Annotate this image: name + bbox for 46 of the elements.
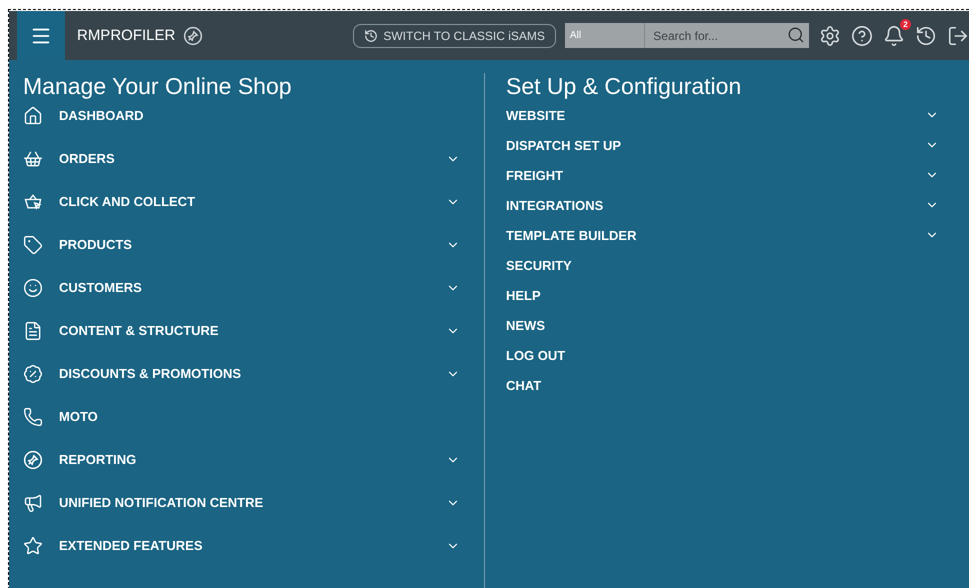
menu-item[interactable]: EXTENDED FEATURES bbox=[23, 524, 484, 567]
menu-item[interactable]: HELP bbox=[506, 280, 955, 310]
discount-icon bbox=[23, 364, 43, 384]
menu-item[interactable]: REPORTING bbox=[23, 438, 484, 481]
pin-icon bbox=[23, 450, 43, 470]
pin-icon[interactable] bbox=[183, 26, 204, 46]
megaphone-icon bbox=[23, 492, 43, 512]
menu-button[interactable] bbox=[17, 11, 65, 60]
search-icon[interactable] bbox=[787, 26, 805, 44]
menu-item[interactable]: DISCOUNTS & PROMOTIONS bbox=[23, 352, 484, 395]
menu-item[interactable]: CONTENT & STRUCTURE bbox=[23, 309, 484, 352]
basket-cursor-icon bbox=[23, 192, 43, 212]
brand-name: RMPROFILER bbox=[76, 27, 176, 44]
menu-item[interactable]: PRODUCTS bbox=[23, 223, 484, 266]
menu-item[interactable]: WEBSITE bbox=[506, 100, 955, 130]
phone-icon bbox=[23, 406, 43, 426]
menu-item[interactable]: UNIFIED NOTIFICATION CENTRE bbox=[23, 481, 484, 524]
home-icon bbox=[23, 106, 43, 126]
menu-item[interactable]: ORDERS bbox=[23, 137, 484, 180]
search-field[interactable]: Search for... bbox=[645, 23, 809, 48]
menu-item[interactable]: TEMPLATE BUILDER bbox=[506, 220, 955, 250]
menu-item[interactable]: DISPATCH SET UP bbox=[506, 130, 955, 160]
switch-classic-button[interactable]: SWITCH TO CLASSIC iSAMS bbox=[353, 24, 556, 48]
tag-icon bbox=[23, 234, 43, 254]
menu-item[interactable]: CUSTOMERS bbox=[23, 266, 484, 309]
menu-item[interactable]: INTEGRATIONS bbox=[506, 190, 955, 220]
history-icon bbox=[364, 28, 378, 42]
menu-item[interactable]: NEWS bbox=[506, 310, 955, 340]
help-icon[interactable] bbox=[851, 24, 873, 46]
notification-badge: 2 bbox=[900, 18, 911, 30]
history-icon[interactable] bbox=[915, 24, 937, 46]
settings-icon[interactable] bbox=[819, 24, 841, 46]
logout-icon[interactable] bbox=[947, 24, 969, 46]
menu-item[interactable]: SECURITY bbox=[506, 250, 955, 280]
menu-item[interactable]: CHAT bbox=[506, 370, 955, 400]
face-icon bbox=[23, 278, 43, 298]
section-title: Manage Your Online Shop bbox=[23, 72, 293, 100]
section-title: Set Up & Configuration bbox=[506, 72, 742, 100]
menu-item[interactable]: LOG OUT bbox=[506, 340, 955, 370]
document-icon bbox=[23, 320, 43, 340]
menu-item[interactable]: CLICK AND COLLECT bbox=[23, 180, 484, 223]
basket-icon bbox=[23, 148, 43, 168]
bell-icon[interactable] bbox=[883, 24, 905, 46]
star-icon bbox=[23, 536, 43, 556]
menu-item[interactable]: MOTO bbox=[23, 395, 484, 438]
menu-item[interactable]: FREIGHT bbox=[506, 160, 955, 190]
